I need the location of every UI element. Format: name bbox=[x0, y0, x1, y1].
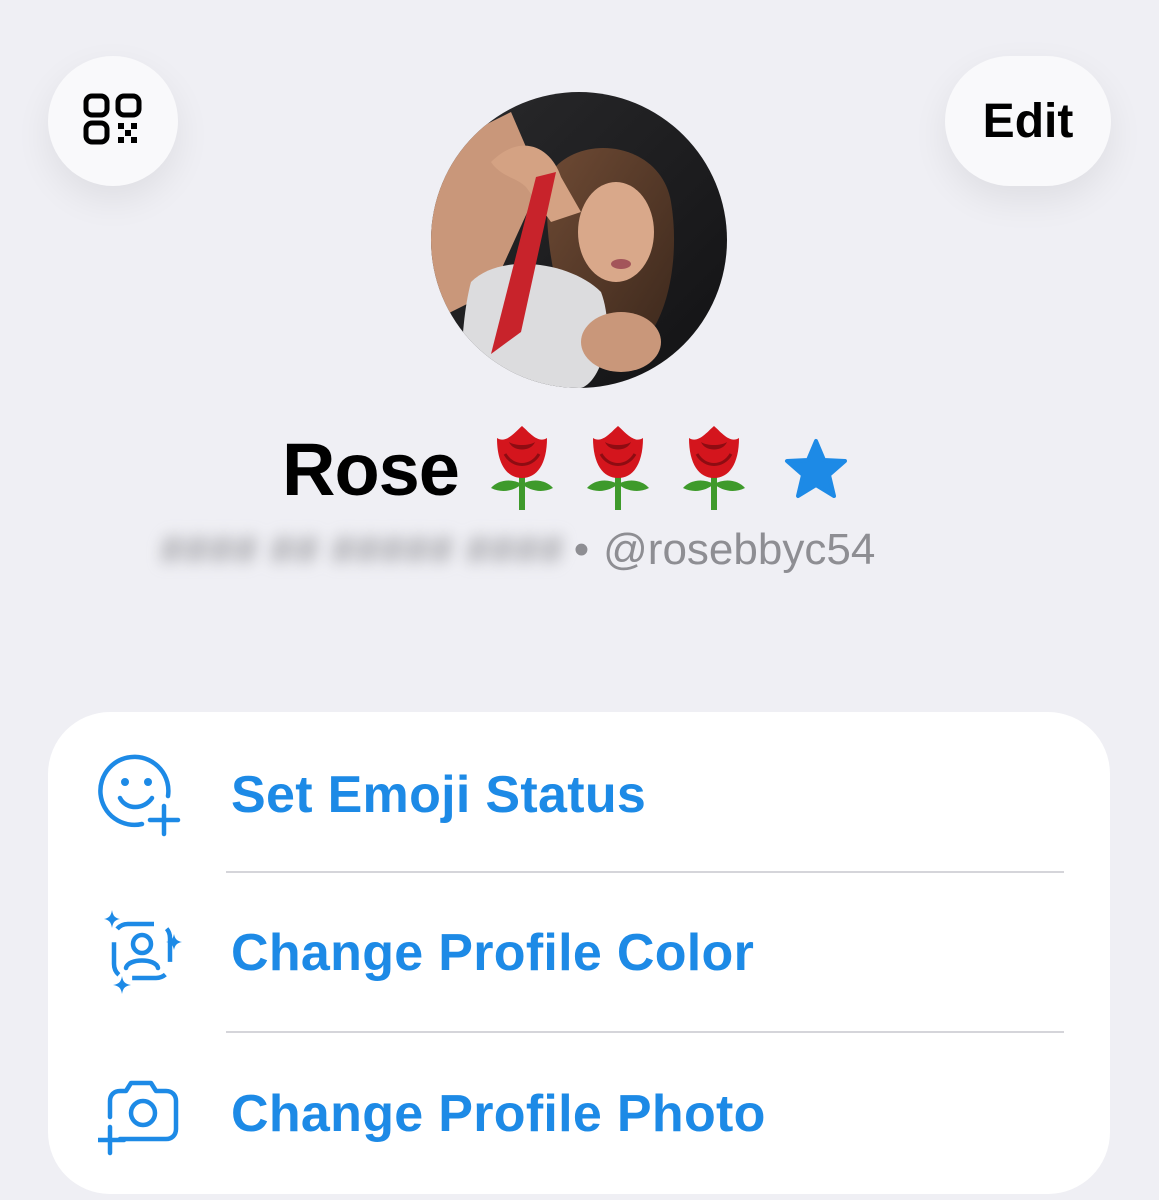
change-profile-photo-button[interactable]: Change Profile Photo bbox=[48, 1034, 1110, 1194]
rose-icon bbox=[579, 424, 657, 515]
qr-code-button[interactable] bbox=[48, 56, 178, 186]
menu-item-label: Change Profile Photo bbox=[231, 1085, 766, 1143]
profile-name: Rose bbox=[282, 427, 460, 511]
qr-code-icon bbox=[83, 93, 143, 150]
username[interactable]: @rosebbyc54 bbox=[603, 525, 875, 575]
emoji-status[interactable] bbox=[483, 424, 753, 515]
premium-star-icon[interactable] bbox=[783, 438, 849, 500]
avatar[interactable] bbox=[431, 92, 727, 388]
menu-item-label: Set Emoji Status bbox=[231, 766, 647, 824]
set-emoji-status-button[interactable]: Set Emoji Status bbox=[48, 715, 1110, 875]
profile-actions-card: Set Emoji Status Change Profile Color Ch… bbox=[48, 712, 1110, 1194]
profile-color-icon bbox=[98, 910, 184, 996]
separator-dot: • bbox=[573, 525, 590, 574]
camera-add-icon bbox=[98, 1071, 184, 1157]
blurred-text: #### ## ##### #### bbox=[160, 525, 564, 574]
edit-button[interactable]: Edit bbox=[945, 56, 1111, 186]
menu-item-label: Change Profile Color bbox=[231, 924, 755, 982]
profile-subtitle: #### ## ##### #### • @rosebbyc54 bbox=[160, 520, 875, 580]
emoji-status-icon bbox=[98, 752, 184, 838]
rose-icon bbox=[483, 424, 561, 515]
profile-name-row: Rose bbox=[282, 414, 849, 524]
divider bbox=[226, 1031, 1064, 1033]
rose-icon bbox=[675, 424, 753, 515]
change-profile-color-button[interactable]: Change Profile Color bbox=[48, 873, 1110, 1033]
